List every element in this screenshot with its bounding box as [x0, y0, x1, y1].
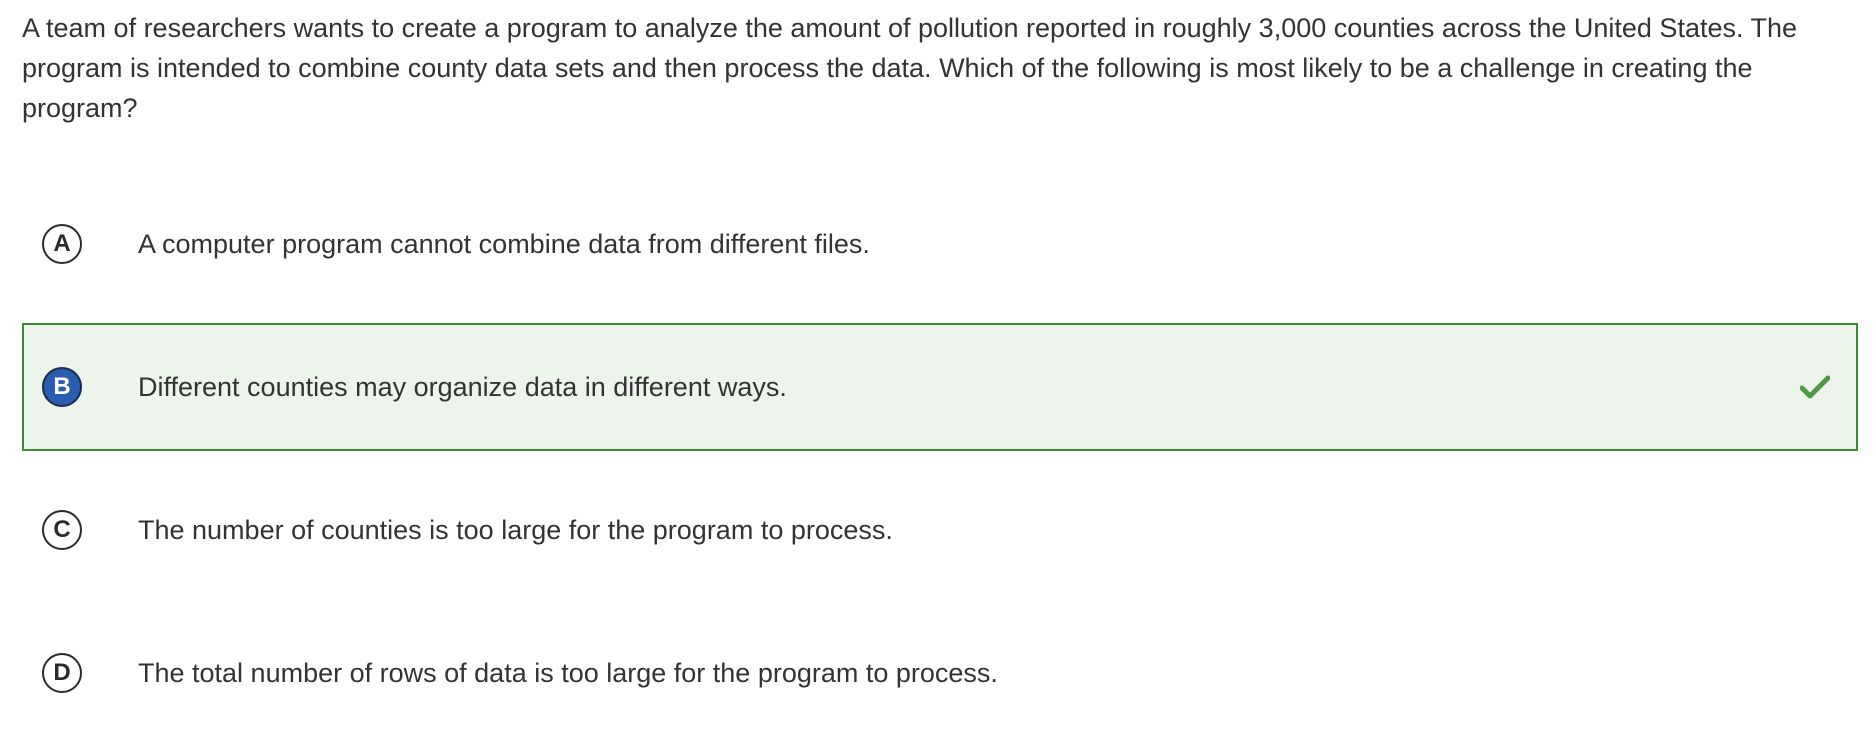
question-text: A team of researchers wants to create a …: [22, 13, 1798, 123]
choice-text-d: The total number of rows of data is too …: [138, 658, 998, 688]
answer-choice-b[interactable]: B Different counties may organize data i…: [22, 323, 1858, 451]
choice-letter-c: C: [42, 510, 82, 550]
answer-choice-a[interactable]: A A computer program cannot combine data…: [22, 180, 1858, 308]
answer-choice-c[interactable]: C The number of counties is too large fo…: [22, 466, 1858, 594]
choice-text-b: Different counties may organize data in …: [138, 372, 787, 402]
checkmark-icon: [1800, 375, 1830, 399]
choice-letter-a: A: [42, 224, 82, 264]
answer-choice-d[interactable]: D The total number of rows of data is to…: [22, 609, 1858, 737]
choice-letter-b: B: [42, 367, 82, 407]
choice-text-c: The number of counties is too large for …: [138, 515, 893, 545]
choice-letter-d: D: [42, 653, 82, 693]
choice-text-a: A computer program cannot combine data f…: [138, 229, 870, 259]
